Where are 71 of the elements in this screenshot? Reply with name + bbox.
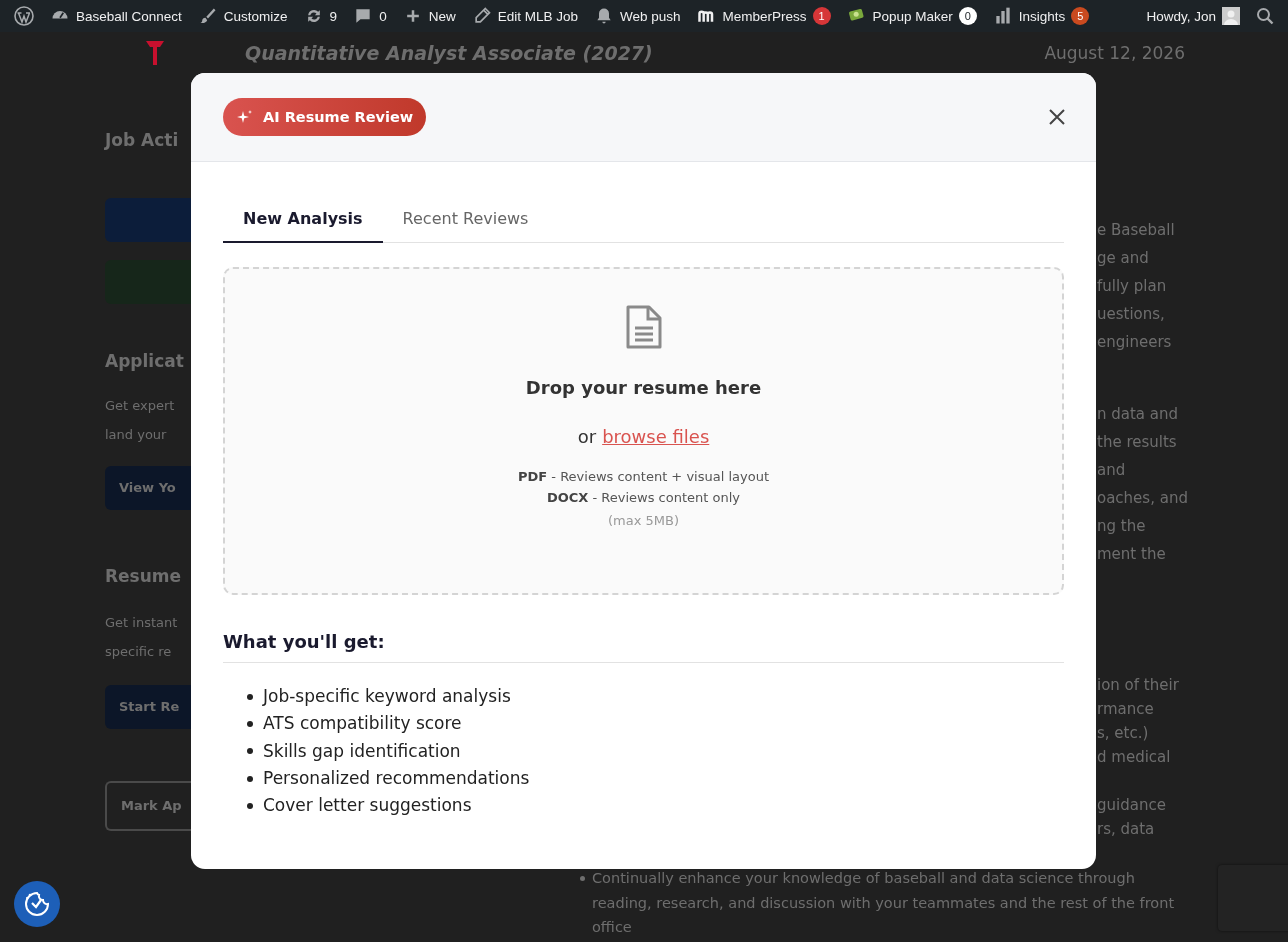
- browse-files-link[interactable]: browse files: [602, 426, 710, 447]
- description-text: ng the: [1097, 516, 1147, 537]
- description-text: ment the: [1097, 544, 1167, 565]
- description-text: specific re: [105, 643, 172, 661]
- description-text: ge and: [1097, 248, 1150, 269]
- cookie-icon: [23, 890, 51, 918]
- description-text: uestions,: [1097, 304, 1166, 325]
- bullet-text: Continually enhance your knowledge of baseball and data science through reading, research, and discussion with your teammates and the rest of the front office: [592, 869, 1176, 937]
- document-icon: [624, 304, 663, 350]
- count-badge: 1: [812, 7, 831, 25]
- description-text: oaches, and: [1097, 488, 1189, 509]
- admin-bar-item[interactable]: Edit MLB Job: [463, 0, 586, 32]
- format-note: DOCX - Reviews content only: [546, 490, 741, 505]
- job-title: Quantitative Analyst Associate (2027): [245, 41, 653, 64]
- description-text: the results: [1097, 432, 1178, 453]
- description-text: ion of their: [1097, 675, 1180, 696]
- admin-bar-item[interactable]: 0: [345, 0, 395, 32]
- benefits-heading: What you'll get:: [223, 631, 1064, 663]
- description-text: rmance: [1097, 699, 1155, 720]
- description-text: land your: [105, 426, 167, 444]
- description-text: e Baseball: [1097, 220, 1176, 241]
- admin-bar-item[interactable]: MemberPress 1: [688, 0, 839, 32]
- description-text: s, etc.): [1097, 723, 1150, 744]
- section-heading: Applicat: [105, 350, 184, 373]
- benefit-item: Skills gap identification: [263, 739, 461, 763]
- benefit-item: Job-specific keyword analysis: [263, 685, 511, 708]
- action-button[interactable]: View Yo: [105, 466, 191, 510]
- description-text: guidance: [1097, 795, 1167, 816]
- admin-bar-item[interactable]: Customize: [189, 0, 296, 32]
- upload-dropzone[interactable]: Drop your resume here or browse files PDF - Reviews content + visual layout DOCX - Reviews content only (max 5MB): [223, 267, 1064, 595]
- benefit-item: Personalized recommendations: [263, 766, 530, 790]
- bullet-icon: [247, 802, 253, 809]
- tab[interactable]: Recent Reviews: [382, 200, 549, 243]
- wordpress-icon: [14, 6, 34, 26]
- description-text: d medical: [1097, 747, 1172, 768]
- tab[interactable]: New Analysis: [223, 200, 383, 243]
- admin-bar-item[interactable]: Insights 5: [984, 0, 1098, 32]
- bullet-icon: [247, 720, 253, 727]
- or-text: or: [577, 426, 597, 447]
- action-button[interactable]: Start Re: [105, 685, 191, 729]
- count-badge: 0: [958, 7, 977, 25]
- format-note: PDF - Reviews content + visual layout: [518, 469, 769, 484]
- search-icon: [1256, 7, 1274, 25]
- close-icon: [1048, 108, 1066, 126]
- description-text: and: [1097, 460, 1127, 481]
- benefit-item: ATS compatibility score: [263, 712, 462, 736]
- admin-bar-item[interactable]: Web push: [585, 0, 689, 32]
- section-heading: Resume: [105, 565, 182, 588]
- description-text: Get instant: [105, 614, 178, 632]
- bullet-icon: [247, 693, 253, 700]
- admin-bar-item[interactable]: 9: [295, 0, 346, 32]
- admin-bar-item[interactable]: Popup Maker 0: [838, 0, 985, 32]
- bullet-icon: [247, 775, 253, 782]
- dropzone-title: Drop your resume here: [525, 377, 762, 398]
- bullet-icon: [580, 876, 585, 881]
- account-menu[interactable]: Howdy, Jon: [1138, 0, 1248, 32]
- description-text: n data and: [1097, 404, 1180, 425]
- section-heading: Job Acti: [105, 129, 179, 152]
- count-badge: 5: [1071, 7, 1090, 25]
- description-text: engineers: [1097, 332, 1173, 353]
- description-text: rs, data: [1097, 819, 1156, 840]
- admin-bar-item[interactable]: Baseball Connect: [42, 0, 190, 32]
- admin-bar-item[interactable]: New: [394, 0, 464, 32]
- description-text: fully plan: [1097, 276, 1168, 297]
- size-limit-note: (max 5MB): [608, 513, 679, 528]
- benefit-item: Cover letter suggestions: [263, 794, 472, 818]
- date-text: August 12, 2026: [1044, 42, 1185, 63]
- ai-review-badge: AI Resume Review: [223, 98, 427, 136]
- avatar-icon: [1222, 7, 1240, 25]
- bullet-icon: [247, 748, 253, 755]
- description-text: Get expert: [105, 397, 175, 415]
